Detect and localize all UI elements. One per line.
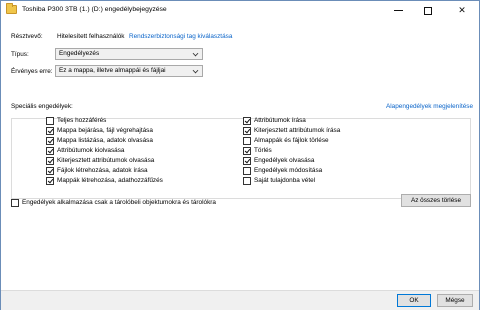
- permission-label: Almappák és fájlok törlése: [254, 137, 329, 144]
- permission-label: Fájlok létrehozása, adatok írása: [57, 167, 148, 174]
- close-button[interactable]: ✕: [447, 1, 477, 20]
- title-bar[interactable]: Toshiba P300 3TB (1.) (D:) engedélybejeg…: [1, 1, 479, 20]
- dialog-content: Résztvevő: Hitelesített felhasználók Ren…: [1, 20, 479, 290]
- permission-take-ownership[interactable]: Saját tulajdonba vétel: [243, 176, 315, 185]
- permission-label: Kiterjesztett attribútumok írása: [254, 127, 341, 134]
- checkbox[interactable]: [243, 156, 251, 165]
- maximize-button[interactable]: [413, 1, 443, 20]
- applies-to-select-value: Ez a mappa, illetve almappái és fájljai: [59, 67, 166, 74]
- chevron-down-icon: [192, 67, 199, 74]
- special-permissions-label: Speciális engedélyek:: [11, 103, 73, 110]
- permission-delete-subfolders[interactable]: Almappák és fájlok törlése: [243, 136, 329, 145]
- checkbox[interactable]: [243, 126, 251, 135]
- minimize-icon: [393, 10, 403, 11]
- permission-create-files[interactable]: Fájlok létrehozása, adatok írása: [46, 166, 148, 175]
- principal-value: Hitelesített felhasználók: [57, 33, 125, 40]
- folder-icon: [6, 3, 17, 14]
- apply-only-label: Engedélyek alkalmazása csak a tárolóbeli…: [22, 199, 216, 206]
- checkbox[interactable]: [243, 116, 251, 125]
- permission-label: Mappa listázása, adatok olvasása: [57, 137, 153, 144]
- checkbox[interactable]: [46, 156, 54, 165]
- dialog-footer: OK Mégse: [1, 290, 479, 310]
- permission-label: Attribútumok kiolvasása: [57, 147, 125, 154]
- permission-label: Kiterjesztett attribútumok olvasása: [57, 157, 155, 164]
- checkbox[interactable]: [46, 126, 54, 135]
- checkbox[interactable]: [46, 136, 54, 145]
- permission-full-control[interactable]: Teljes hozzáférés: [46, 116, 106, 125]
- checkbox[interactable]: [46, 146, 54, 155]
- checkbox[interactable]: [46, 166, 54, 175]
- permission-read-attributes[interactable]: Attribútumok kiolvasása: [46, 146, 125, 155]
- permission-read-permissions[interactable]: Engedélyek olvasása: [243, 156, 314, 165]
- cancel-button[interactable]: Mégse: [437, 294, 473, 307]
- clear-all-button[interactable]: Az összes törlése: [401, 194, 471, 207]
- permission-label: Teljes hozzáférés: [57, 117, 107, 124]
- permission-label: Saját tulajdonba vétel: [254, 177, 316, 184]
- permission-write-extended-attributes[interactable]: Kiterjesztett attribútumok írása: [243, 126, 340, 135]
- permission-label: Engedélyek olvasása: [254, 157, 315, 164]
- permission-label: Törlés: [254, 147, 272, 154]
- permission-label: Mappák létrehozása, adathozzáfűzés: [57, 177, 163, 184]
- applies-to-label: Érvényes erre:: [11, 68, 53, 75]
- permission-read-extended-attributes[interactable]: Kiterjesztett attribútumok olvasása: [46, 156, 154, 165]
- permission-label: Engedélyek módosítása: [254, 167, 323, 174]
- chevron-down-icon: [192, 50, 199, 57]
- apply-only-container-checkbox[interactable]: Engedélyek alkalmazása csak a tárolóbeli…: [11, 198, 216, 207]
- permission-entry-window: Toshiba P300 3TB (1.) (D:) engedélybejeg…: [0, 0, 480, 310]
- permission-create-folders[interactable]: Mappák létrehozása, adathozzáfűzés: [46, 176, 163, 185]
- checkbox[interactable]: [46, 116, 54, 125]
- checkbox[interactable]: [243, 146, 251, 155]
- permission-label: Mappa bejárása, fájl végrehajtása: [57, 127, 153, 134]
- show-basic-permissions-link[interactable]: Alapengedélyek megjelenítése: [386, 103, 473, 110]
- close-icon: ✕: [458, 5, 466, 15]
- principal-label: Résztvevő:: [11, 33, 43, 40]
- permission-traverse-folder[interactable]: Mappa bejárása, fájl végrehajtása: [46, 126, 153, 135]
- permission-change-permissions[interactable]: Engedélyek módosítása: [243, 166, 322, 175]
- ok-button[interactable]: OK: [397, 294, 431, 307]
- permission-write-attributes[interactable]: Attribútumok írása: [243, 116, 306, 125]
- maximize-icon: [424, 6, 432, 15]
- permission-label: Attribútumok írása: [254, 117, 306, 124]
- checkbox[interactable]: [46, 176, 54, 185]
- minimize-button[interactable]: [383, 1, 413, 20]
- window-title: Toshiba P300 3TB (1.) (D:) engedélybejeg…: [22, 6, 167, 13]
- type-select-value: Engedélyezés: [59, 50, 100, 57]
- select-principal-link[interactable]: Rendszerbiztonsági tag kiválasztása: [129, 33, 232, 40]
- checkbox[interactable]: [11, 198, 19, 207]
- checkbox[interactable]: [243, 166, 251, 175]
- type-select[interactable]: Engedélyezés: [55, 48, 203, 60]
- checkbox[interactable]: [243, 136, 251, 145]
- permission-delete[interactable]: Törlés: [243, 146, 272, 155]
- type-label: Típus:: [11, 51, 29, 58]
- checkbox[interactable]: [243, 176, 251, 185]
- permission-list-folder[interactable]: Mappa listázása, adatok olvasása: [46, 136, 153, 145]
- applies-to-select[interactable]: Ez a mappa, illetve almappái és fájljai: [55, 65, 203, 77]
